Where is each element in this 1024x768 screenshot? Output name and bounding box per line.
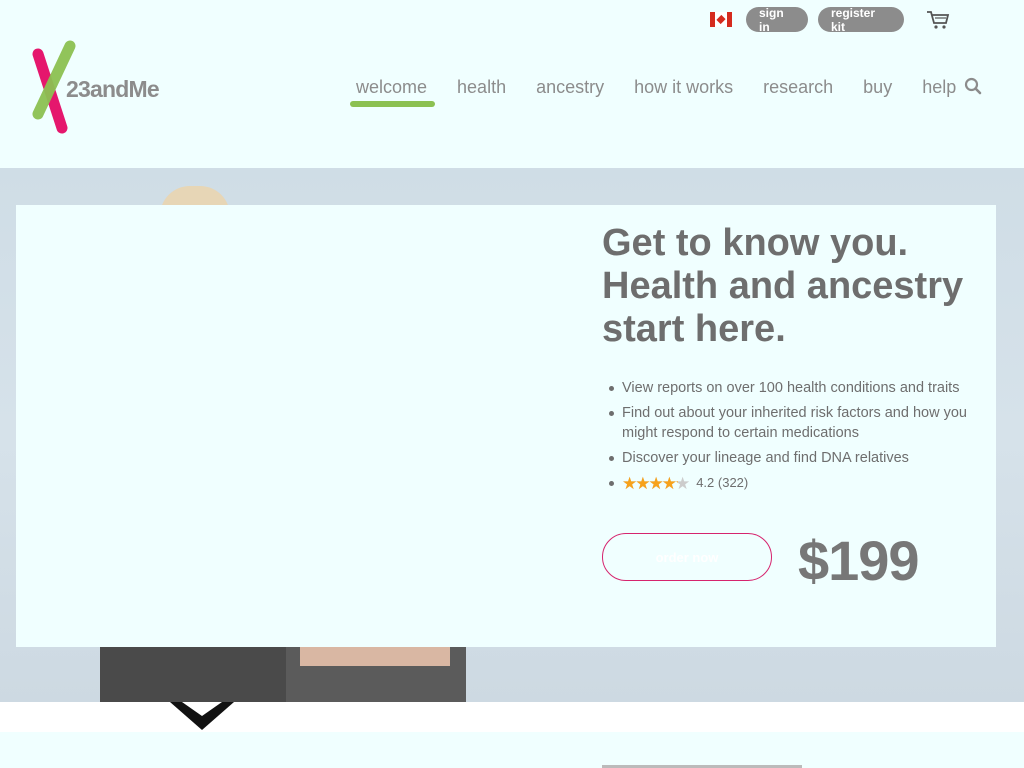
below-fold-section xyxy=(0,732,1024,768)
site-header: sign in register kit 23andMe welcome hea… xyxy=(0,0,1024,168)
canada-flag-icon[interactable] xyxy=(710,12,732,27)
hero-person-left xyxy=(100,638,290,702)
nav-item-ancestry[interactable]: ancestry xyxy=(536,77,604,98)
feature-item: Discover your lineage and find DNA relat… xyxy=(604,448,984,468)
rating-stars-icon: ★★★★★ ★★★★★ xyxy=(622,473,690,493)
feature-item: Find out about your inherited risk facto… xyxy=(604,403,984,443)
search-icon[interactable] xyxy=(964,77,982,95)
nav-item-health[interactable]: health xyxy=(457,77,506,98)
cart-icon[interactable] xyxy=(926,10,950,30)
rating-text: 4.2 (322) xyxy=(696,475,749,490)
feature-list: View reports on over 100 health conditio… xyxy=(604,378,984,498)
nav-item-research[interactable]: research xyxy=(763,77,833,98)
register-kit-button[interactable]: register kit xyxy=(818,6,904,34)
sign-in-button[interactable]: sign in xyxy=(746,6,808,34)
nav-item-help[interactable]: help xyxy=(922,77,956,98)
utility-bar: sign in register kit xyxy=(710,6,950,34)
section-divider xyxy=(0,702,1024,732)
logo-text: 23andMe xyxy=(66,76,160,102)
rating-item[interactable]: ★★★★★ ★★★★★ 4.2 (322) xyxy=(604,473,984,493)
logo[interactable]: 23andMe xyxy=(30,40,180,136)
order-now-button[interactable]: order now xyxy=(602,533,772,581)
feature-item: View reports on over 100 health conditio… xyxy=(604,378,984,398)
nav-item-how-it-works[interactable]: how it works xyxy=(634,77,733,98)
nav-item-buy[interactable]: buy xyxy=(863,77,892,98)
hero-person-shirt xyxy=(300,646,450,666)
nav-item-label: welcome xyxy=(356,76,428,97)
nav-item-welcome[interactable]: welcome xyxy=(350,76,436,107)
price: $199 xyxy=(798,529,920,592)
active-nav-underline xyxy=(350,100,436,107)
section-pointer-inner xyxy=(182,702,222,716)
hero-headline: Get to know you. Health and ancestry sta… xyxy=(602,222,964,350)
main-nav: welcome health ancestry how it works res… xyxy=(350,74,986,107)
